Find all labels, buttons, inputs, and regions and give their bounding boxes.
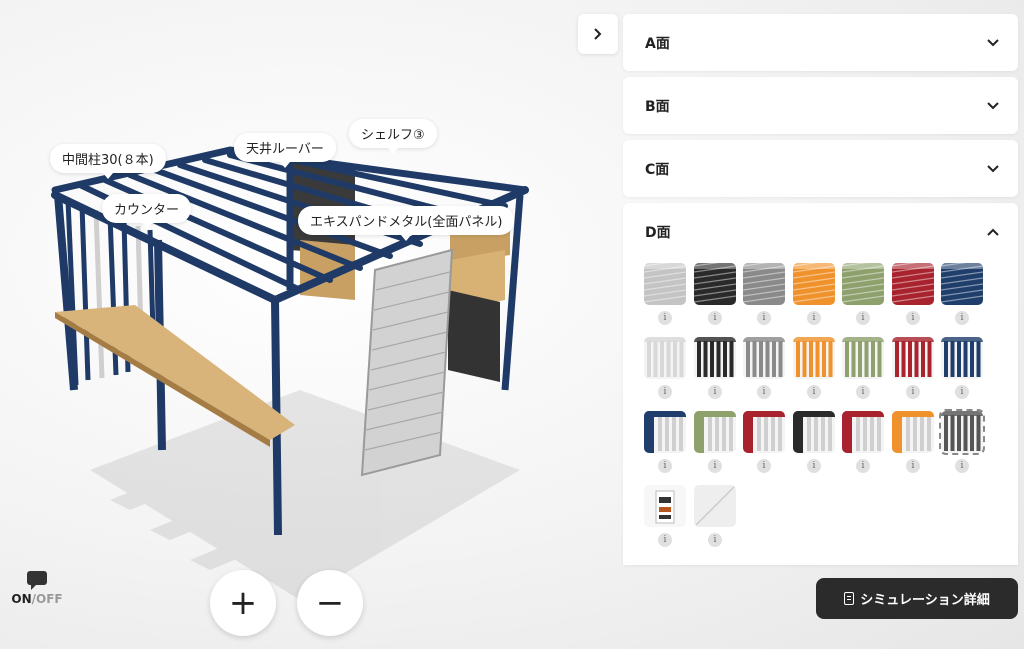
expanded-metal-panel <box>360 248 454 477</box>
label-shelf[interactable]: シェルフ③ <box>349 119 437 154</box>
info-icon[interactable]: i <box>955 311 969 325</box>
info-icon[interactable]: i <box>658 533 672 547</box>
zoom-out-button[interactable]: − <box>297 570 363 636</box>
swatch-louver[interactable] <box>892 337 934 379</box>
counter-bench <box>55 305 295 447</box>
info-icon[interactable]: i <box>658 311 672 325</box>
swatch-louver[interactable] <box>694 337 736 379</box>
info-icon[interactable]: i <box>708 385 722 399</box>
simulation-detail-button[interactable]: シミュレーション詳細 <box>816 578 1018 619</box>
dark-side-panel <box>448 290 500 382</box>
swatch-louver[interactable] <box>644 337 686 379</box>
simulation-detail-label: シミュレーション詳細 <box>860 593 990 608</box>
toggle-off: OFF <box>36 592 63 606</box>
section-b[interactable]: B面 <box>623 77 1018 134</box>
section-a-header[interactable]: A面 <box>623 14 1018 71</box>
document-icon <box>844 592 855 605</box>
swatch-louver-mix[interactable] <box>842 411 884 453</box>
info-icon[interactable]: i <box>708 533 722 547</box>
info-icon[interactable]: i <box>856 311 870 325</box>
info-icon[interactable]: i <box>757 385 771 399</box>
swatch-mesh[interactable] <box>941 263 983 305</box>
info-icon[interactable]: i <box>856 459 870 473</box>
toggle-on: ON <box>11 592 32 606</box>
swatch-mesh[interactable] <box>743 263 785 305</box>
info-icon[interactable]: i <box>807 311 821 325</box>
section-a[interactable]: A面 <box>623 14 1018 71</box>
swatch-shelf-unit[interactable] <box>644 485 686 527</box>
info-icon[interactable]: i <box>757 459 771 473</box>
swatch-louver[interactable] <box>743 337 785 379</box>
chevron-down-icon <box>987 38 999 46</box>
floor-shadow <box>90 390 520 600</box>
swatch-louver-mix[interactable] <box>892 411 934 453</box>
section-c-title: C面 <box>645 161 670 178</box>
label-toggle[interactable]: ON/OFF <box>10 571 64 606</box>
swatch-mesh[interactable] <box>892 263 934 305</box>
swatch-louver-mix[interactable] <box>644 411 686 453</box>
section-a-title: A面 <box>645 35 670 52</box>
section-d-header[interactable]: D面 <box>623 203 1018 260</box>
toggle-text: ON/OFF <box>10 592 64 606</box>
swatch-louver[interactable] <box>941 337 983 379</box>
info-icon[interactable]: i <box>955 459 969 473</box>
chevron-down-icon <box>987 164 999 172</box>
swatch-mesh[interactable] <box>793 263 835 305</box>
swatch-louver-mix[interactable] <box>743 411 785 453</box>
pergola-model <box>51 146 529 600</box>
swatch-louver-selected[interactable] <box>939 409 985 455</box>
info-icon[interactable]: i <box>856 385 870 399</box>
chevron-right-icon <box>594 28 602 40</box>
zoom-in-button[interactable]: + <box>210 570 276 636</box>
section-c[interactable]: C面 <box>623 140 1018 197</box>
info-icon[interactable]: i <box>807 385 821 399</box>
label-middle-pillar[interactable]: 中間柱30(８本) <box>50 144 166 179</box>
info-icon[interactable]: i <box>658 385 672 399</box>
swatch-louver[interactable] <box>842 337 884 379</box>
info-icon[interactable]: i <box>658 459 672 473</box>
swatch-none[interactable] <box>694 485 736 527</box>
label-roof-louver[interactable]: 天井ルーバー <box>234 133 336 168</box>
info-icon[interactable]: i <box>757 311 771 325</box>
swatch-louver-mix[interactable] <box>793 411 835 453</box>
chevron-up-icon <box>987 228 999 236</box>
info-icon[interactable]: i <box>708 459 722 473</box>
info-icon[interactable]: i <box>906 459 920 473</box>
section-c-header[interactable]: C面 <box>623 140 1018 197</box>
swatch-mesh[interactable] <box>644 263 686 305</box>
info-icon[interactable]: i <box>906 311 920 325</box>
label-counter[interactable]: カウンター <box>102 194 192 229</box>
3d-viewport[interactable]: 中間柱30(８本) 天井ルーバー シェルフ③ カウンター エキスパンドメタル(全… <box>0 0 620 649</box>
swatch-louver[interactable] <box>793 337 835 379</box>
swatch-mesh[interactable] <box>694 263 736 305</box>
swatch-louver-mix[interactable] <box>694 411 736 453</box>
info-icon[interactable]: i <box>906 385 920 399</box>
section-d-title: D面 <box>645 224 671 241</box>
info-icon[interactable]: i <box>807 459 821 473</box>
section-b-title: B面 <box>645 98 670 115</box>
speech-bubble-icon <box>27 571 47 590</box>
panel-collapse-button[interactable] <box>578 14 618 54</box>
label-expanded-metal[interactable]: エキスパンドメタル(全面パネル) <box>298 206 515 241</box>
info-icon[interactable]: i <box>708 311 722 325</box>
info-icon[interactable]: i <box>955 385 969 399</box>
swatch-mesh[interactable] <box>842 263 884 305</box>
chevron-down-icon <box>987 101 999 109</box>
section-b-header[interactable]: B面 <box>623 77 1018 134</box>
